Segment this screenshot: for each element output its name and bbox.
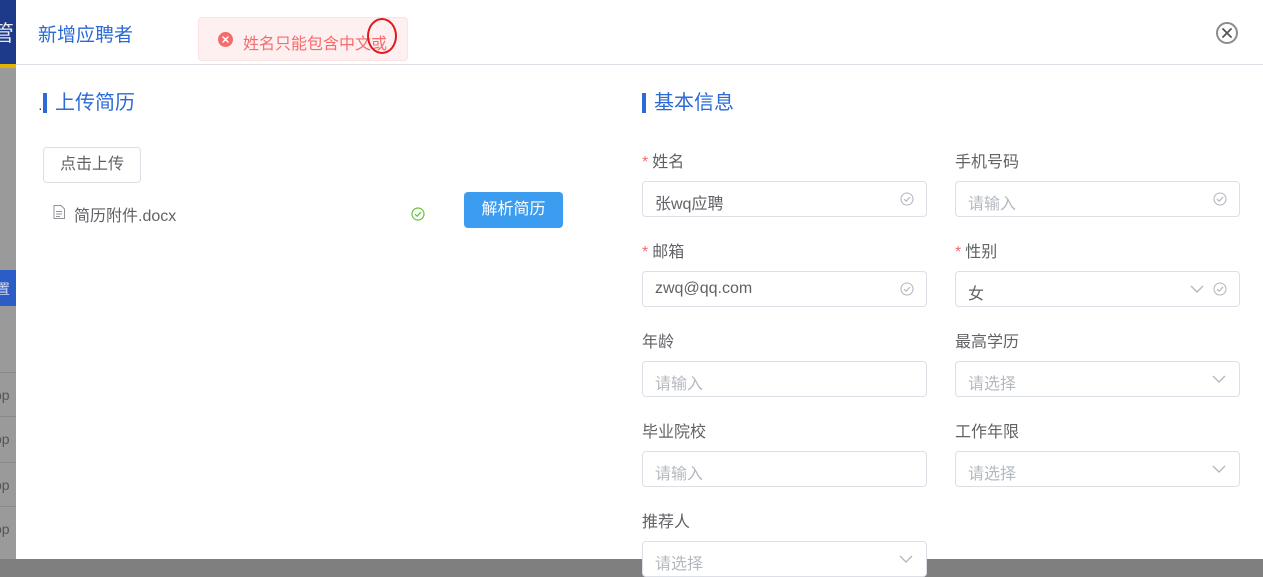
validate-success-icon (900, 192, 914, 206)
background-row-text: op (0, 387, 10, 403)
name-label: * 姓名 (642, 148, 684, 172)
bullet-dot: · (38, 100, 43, 116)
gender-select[interactable]: 女 (955, 271, 1240, 307)
background-button-text: 置 (0, 281, 10, 297)
phone-input[interactable]: 请输入 (955, 181, 1240, 217)
error-message-text: 姓名只能包含中文或 (243, 36, 388, 53)
education-select[interactable]: 请选择 (955, 361, 1240, 397)
email-label-text: 邮箱 (652, 244, 685, 261)
dialog-title: 新增应聘者 (38, 25, 134, 46)
basic-info-section-title: 基本信息 (642, 92, 734, 114)
validate-success-icon (900, 282, 914, 296)
background-table-row: op (0, 372, 16, 417)
background-header-text: 管 (0, 21, 15, 46)
validate-success-icon (1213, 282, 1227, 296)
background-row-text: op (0, 477, 10, 493)
education-label: 最高学历 (955, 334, 1020, 351)
document-icon (53, 205, 65, 219)
annotation-circle (367, 18, 397, 54)
name-input[interactable]: 张wq应聘 (642, 181, 927, 217)
upload-section-title: 上传简历 (43, 92, 135, 114)
school-input[interactable]: 请输入 (642, 451, 927, 487)
school-label: 毕业院校 (642, 424, 707, 441)
success-check-icon (411, 207, 425, 221)
chevron-down-icon (1190, 285, 1204, 293)
phone-placeholder: 请输入 (968, 196, 1017, 213)
name-label-text: 姓名 (652, 154, 685, 171)
background-table-row: op (0, 462, 16, 507)
background-header: 管 (0, 0, 16, 68)
background-header-bar (0, 64, 16, 68)
validate-success-icon (1213, 192, 1227, 206)
parse-resume-button[interactable]: 解析简历 (464, 192, 563, 228)
background-app: 管 置 op op op op (0, 0, 16, 559)
close-icon[interactable] (1216, 22, 1238, 44)
referrer-select[interactable]: 请选择 (642, 541, 927, 577)
school-placeholder: 请输入 (655, 466, 704, 483)
email-value: zwq@qq.com (655, 280, 753, 297)
file-name: 简历附件.docx (74, 208, 177, 225)
gender-value: 女 (968, 286, 985, 303)
email-label: * 邮箱 (642, 238, 684, 262)
upload-button[interactable]: 点击上传 (43, 147, 141, 183)
age-label: 年龄 (642, 334, 675, 351)
age-input[interactable]: 请输入 (642, 361, 927, 397)
chevron-down-icon (899, 555, 913, 563)
referrer-label: 推荐人 (642, 514, 691, 531)
required-mark: * (955, 244, 962, 261)
gender-label: * 性别 (955, 238, 997, 262)
error-circle-icon (218, 32, 233, 47)
work-years-select[interactable]: 请选择 (955, 451, 1240, 487)
chevron-down-icon (1212, 375, 1226, 383)
name-value: 张wq应聘 (655, 196, 724, 213)
required-mark: * (642, 244, 649, 261)
background-table-row: op (0, 506, 16, 551)
background-button: 置 (0, 270, 16, 306)
email-input[interactable]: zwq@qq.com (642, 271, 927, 307)
background-table-row: op (0, 416, 16, 461)
referrer-placeholder: 请选择 (655, 556, 704, 573)
chevron-down-icon (1212, 465, 1226, 473)
work-years-placeholder: 请选择 (968, 466, 1017, 483)
education-placeholder: 请选择 (968, 376, 1017, 393)
add-applicant-dialog: 新增应聘者 · 上传简历 点击上传 简历附件.docx 解析简历 基本信息 * 姓… (16, 0, 1263, 577)
gender-label-text: 性别 (965, 244, 998, 261)
required-mark: * (642, 154, 649, 171)
age-placeholder: 请输入 (655, 376, 704, 393)
work-years-label: 工作年限 (955, 424, 1020, 441)
background-row-text: op (0, 521, 10, 537)
uploaded-file-item[interactable]: 简历附件.docx (53, 200, 428, 225)
background-row-text: op (0, 431, 10, 447)
phone-label: 手机号码 (955, 154, 1020, 171)
